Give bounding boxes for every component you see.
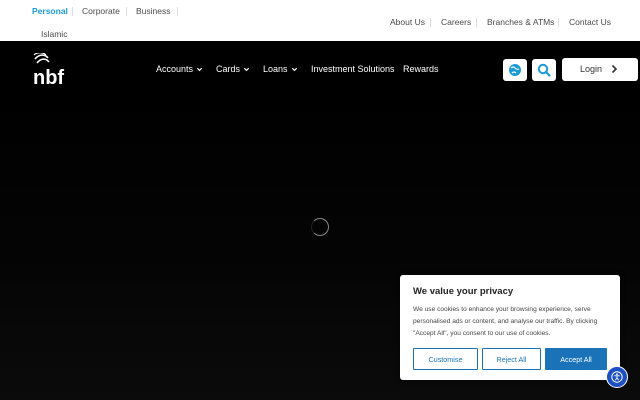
search-button[interactable] [532, 59, 556, 81]
divider [476, 18, 477, 27]
link-careers[interactable]: Careers [441, 17, 471, 27]
link-branches-atms[interactable]: Branches & ATMs [487, 17, 554, 27]
link-contact-us[interactable]: Contact Us [569, 17, 611, 27]
divider [177, 7, 178, 16]
cookie-title: We value your privacy [413, 286, 514, 297]
divider [72, 7, 73, 16]
segment-business[interactable]: Business [136, 6, 171, 16]
nav-rewards[interactable]: Rewards [403, 64, 439, 74]
globe-icon [509, 64, 521, 76]
nav-cards[interactable]: Cards [216, 64, 250, 74]
login-label: Login [580, 64, 603, 74]
segment-corporate[interactable]: Corporate [82, 6, 120, 16]
nav-accounts[interactable]: Accounts [156, 64, 203, 74]
accessibility-button[interactable] [606, 366, 628, 388]
nav-accounts-label: Accounts [156, 64, 194, 74]
cookie-consent-dialog: We value your privacy We use cookies to … [400, 275, 620, 380]
nav-loans-label: Loans [263, 64, 288, 74]
chevron-right-icon [611, 64, 618, 74]
segment-islamic[interactable]: Islamic [41, 29, 67, 39]
link-about-us[interactable]: About Us [390, 17, 425, 27]
top-utility-bar: Personal Corporate Business Islamic Abou… [0, 0, 640, 41]
divider [558, 18, 559, 27]
nav-investment-solutions[interactable]: Investment Solutions [311, 64, 395, 74]
language-button[interactable] [503, 59, 527, 81]
nav-loans[interactable]: Loans [263, 64, 298, 74]
reject-all-button[interactable]: Reject All [482, 348, 541, 370]
cookie-body: We use cookies to enhance your browsing … [413, 306, 598, 337]
accessibility-icon [611, 371, 623, 383]
nav-rewards-label: Rewards [403, 64, 439, 74]
chevron-down-icon [243, 67, 250, 71]
accept-all-button[interactable]: Accept All [545, 348, 607, 370]
divider [430, 18, 431, 27]
divider [126, 7, 127, 16]
nav-cards-label: Cards [216, 64, 241, 74]
nbf-logo[interactable]: nbf [31, 52, 77, 89]
loading-spinner [311, 218, 329, 236]
chevron-down-icon [291, 67, 297, 71]
segment-personal[interactable]: Personal [32, 6, 68, 16]
chevron-down-icon [196, 67, 203, 71]
customise-button[interactable]: Customise [413, 348, 478, 370]
login-button[interactable]: Login [562, 58, 638, 81]
search-icon [537, 63, 551, 77]
nbf-logo-mark: nbf [33, 52, 64, 89]
logo-text: nbf [33, 67, 64, 87]
nav-investment-label: Investment Solutions [311, 64, 395, 74]
